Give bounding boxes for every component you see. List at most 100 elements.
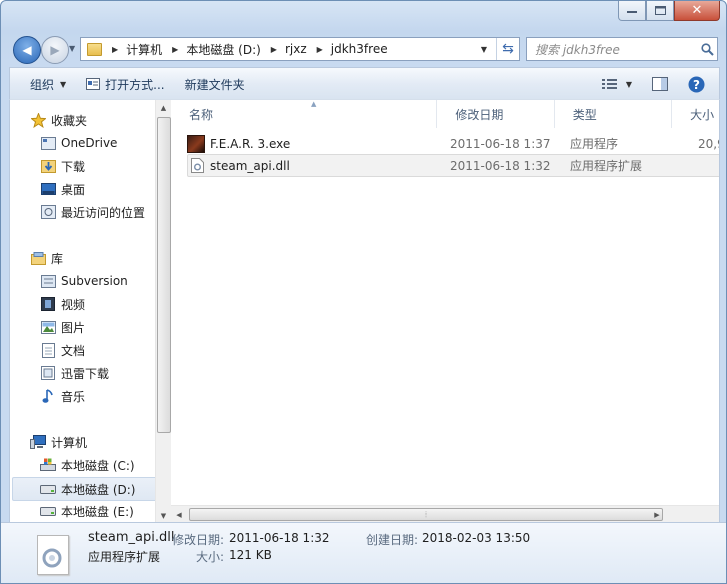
- breadcrumb-computer[interactable]: 计算机: [126, 41, 162, 58]
- downloads-folder-icon: [40, 158, 56, 174]
- close-button[interactable]: ✕: [674, 1, 720, 21]
- nav-item-label: 桌面: [61, 182, 86, 197]
- nav-item-label: 音乐: [61, 389, 86, 404]
- scroll-right-icon[interactable]: ▶: [649, 506, 665, 523]
- file-size: 20,9: [698, 136, 719, 151]
- nav-documents[interactable]: 文档: [40, 339, 155, 361]
- refresh-button[interactable]: ⇆: [496, 38, 519, 60]
- nav-pictures[interactable]: 图片: [40, 316, 155, 338]
- help-button[interactable]: ?: [678, 72, 719, 96]
- nav-computer[interactable]: 计算机: [30, 431, 155, 453]
- nav-libraries[interactable]: 库: [30, 247, 155, 269]
- nav-videos[interactable]: 视频: [40, 293, 155, 315]
- nav-favorites[interactable]: 收藏夹: [30, 109, 155, 131]
- caption-buttons: ✕: [618, 1, 720, 21]
- scroll-down-icon[interactable]: ▼: [156, 508, 171, 523]
- back-button[interactable]: ◀: [13, 36, 41, 64]
- details-size-label: 大小:: [196, 550, 225, 564]
- nav-subversion[interactable]: Subversion: [40, 270, 155, 292]
- breadcrumb-jdkh3free[interactable]: jdkh3free: [331, 42, 388, 56]
- scrollbar-thumb[interactable]: ⦙: [189, 508, 663, 521]
- desktop-icon: [40, 181, 56, 197]
- details-pane: steam_api.dll 应用程序扩展 修改日期: 2011-06-18 1:…: [1, 522, 726, 583]
- details-created-value: 2018-02-03 13:50: [422, 531, 531, 545]
- open-with-button[interactable]: 打开方式...: [76, 72, 174, 96]
- column-size[interactable]: 大小: [672, 100, 719, 128]
- open-with-icon: [86, 78, 101, 90]
- video-icon: [40, 296, 56, 312]
- forward-button[interactable]: ▶: [41, 36, 69, 64]
- organize-button[interactable]: 组织 ▼: [20, 72, 76, 96]
- forward-arrow-icon: ▶: [50, 43, 60, 57]
- close-icon: ✕: [691, 3, 703, 18]
- breadcrumb-chevron-icon[interactable]: ▶: [112, 45, 118, 54]
- dll-file-thumbnail-icon: [37, 535, 69, 575]
- nav-item-label: 本地磁盘 (D:): [61, 482, 136, 497]
- search-input[interactable]: 搜索 jdkh3free: [527, 41, 697, 58]
- hard-drive-icon: [40, 481, 56, 497]
- nav-music[interactable]: 音乐: [40, 385, 155, 407]
- download-library-icon: [40, 365, 56, 381]
- file-modified: 2011-06-18 1:37: [450, 136, 551, 151]
- maximize-button[interactable]: [646, 1, 674, 21]
- breadcrumb-rjxz[interactable]: rjxz: [285, 42, 307, 56]
- file-list: ▲ 名称 修改日期 类型 大小 F.E.A.R. 3.exe 2011-06-1…: [171, 100, 719, 523]
- new-folder-button[interactable]: 新建文件夹: [175, 72, 255, 96]
- help-icon: ?: [688, 76, 705, 92]
- nav-drive-d[interactable]: 本地磁盘 (D:): [12, 477, 155, 501]
- dll-file-icon: [191, 158, 204, 173]
- pictures-icon: [40, 319, 56, 335]
- preview-pane-button[interactable]: [642, 72, 678, 96]
- nav-xunlei-downloads[interactable]: 迅雷下载: [40, 362, 155, 384]
- nav-computer-label: 计算机: [51, 435, 88, 450]
- navigation-pane: 收藏夹 OneDrive 下载 桌面 最近访问的位置 库 Subversion …: [10, 100, 155, 523]
- nav-desktop[interactable]: 桌面: [40, 178, 155, 200]
- nav-item-label: 本地磁盘 (C:): [61, 458, 135, 473]
- breadcrumb-chevron-icon[interactable]: ▶: [317, 45, 323, 54]
- details-size-value: 121 KB: [229, 548, 272, 562]
- file-list-horizontal-scrollbar[interactable]: ◀ ⦙ ▶: [171, 505, 719, 523]
- nav-recent-places[interactable]: 最近访问的位置: [40, 201, 155, 223]
- address-bar[interactable]: ▶ 计算机 ▶ 本地磁盘 (D:) ▶ rjxz ▶ jdkh3free ▼ ⇆: [80, 37, 520, 61]
- nav-onedrive[interactable]: OneDrive: [40, 132, 155, 154]
- breadcrumb-chevron-icon[interactable]: ▶: [172, 45, 178, 54]
- column-name[interactable]: 名称: [171, 100, 438, 128]
- change-view-button[interactable]: [598, 72, 622, 96]
- breadcrumb-chevron-icon[interactable]: ▶: [271, 45, 277, 54]
- scroll-up-icon[interactable]: ▲: [156, 100, 171, 115]
- file-row-selected[interactable]: steam_api.dll 2011-06-18 1:32 应用程序扩展: [187, 154, 719, 177]
- nav-item-label: 本地磁盘 (E:): [61, 504, 134, 519]
- nav-downloads[interactable]: 下载: [40, 155, 155, 177]
- chevron-down-icon: ▼: [60, 79, 67, 89]
- svg-text:?: ?: [693, 78, 700, 92]
- nav-item-label: 迅雷下载: [61, 366, 110, 381]
- column-type[interactable]: 类型: [555, 100, 673, 128]
- nav-drive-e[interactable]: 本地磁盘 (E:): [40, 500, 155, 522]
- file-row[interactable]: F.E.A.R. 3.exe 2011-06-18 1:37 应用程序 20,9: [187, 133, 719, 154]
- nav-drive-c[interactable]: 本地磁盘 (C:): [40, 454, 155, 476]
- music-note-icon: [40, 388, 56, 404]
- details-modified-label: 修改日期:: [172, 533, 225, 547]
- navigation-vertical-scrollbar[interactable]: ▲ ▼: [155, 100, 171, 523]
- documents-icon: [40, 342, 56, 358]
- nav-item-label: 视频: [61, 297, 86, 312]
- column-modified[interactable]: 修改日期: [437, 100, 555, 128]
- recent-pages-dropdown[interactable]: ▼: [69, 44, 75, 53]
- details-filename: steam_api.dll: [88, 530, 175, 545]
- search-icon[interactable]: [697, 42, 717, 56]
- file-name: F.E.A.R. 3.exe: [210, 136, 291, 151]
- search-box[interactable]: 搜索 jdkh3free: [526, 37, 718, 61]
- breadcrumb-drive-d[interactable]: 本地磁盘 (D:): [186, 41, 260, 58]
- scroll-left-icon[interactable]: ◀: [171, 506, 187, 523]
- view-options-dropdown[interactable]: ▼: [622, 72, 642, 96]
- minimize-button[interactable]: [618, 1, 646, 21]
- file-name: steam_api.dll: [210, 158, 290, 173]
- nav-item-label: 图片: [61, 320, 86, 335]
- address-history-dropdown[interactable]: ▼: [476, 45, 492, 54]
- minimize-icon: [627, 10, 637, 13]
- nav-item-label: OneDrive: [61, 136, 118, 150]
- scrollbar-thumb[interactable]: [157, 117, 171, 433]
- explorer-window: ✕ ◀ ▶ ▼ ▶ 计算机 ▶ 本地磁盘 (D:) ▶ rjxz ▶ jdkh3…: [0, 0, 727, 584]
- preview-pane-icon: [652, 77, 668, 91]
- details-created-label: 创建日期:: [366, 533, 419, 547]
